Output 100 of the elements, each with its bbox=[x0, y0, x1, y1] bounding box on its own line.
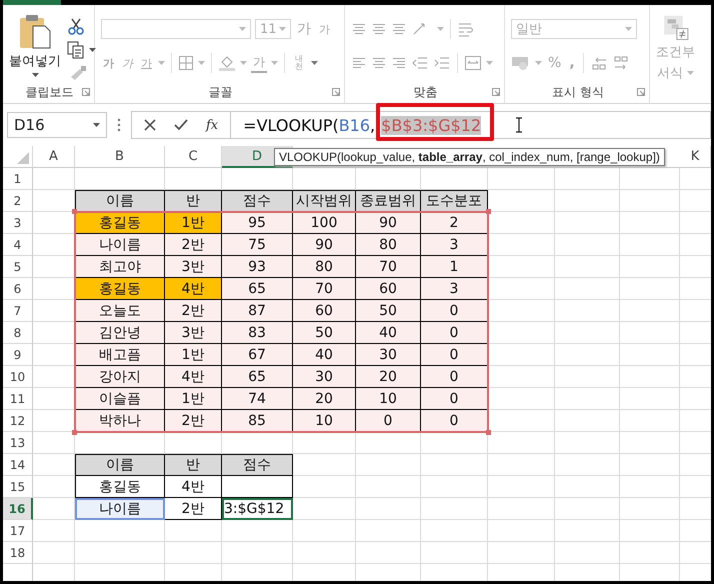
table-cell: 60 bbox=[356, 278, 421, 300]
table-cell: 40 bbox=[293, 344, 356, 366]
table-cell: 0 bbox=[421, 300, 488, 322]
table-cell: 이슬픔 bbox=[75, 388, 165, 410]
table-cell: 3 bbox=[421, 234, 488, 256]
table-cell: 배고픔 bbox=[75, 344, 165, 366]
scissors-icon[interactable] bbox=[67, 17, 85, 35]
table-cell: 30 bbox=[356, 344, 421, 366]
row-number[interactable]: 9 bbox=[3, 344, 33, 366]
table-cell: 0 bbox=[421, 388, 488, 410]
row-number[interactable]: 6 bbox=[3, 278, 33, 300]
table-cell: 85 bbox=[222, 410, 293, 432]
launcher-icon[interactable] bbox=[332, 88, 340, 96]
table-cell: 60 bbox=[293, 300, 356, 322]
row-number[interactable]: 5 bbox=[3, 256, 33, 278]
table-cell: 0 bbox=[421, 366, 488, 388]
table-cell: 오늘도 bbox=[75, 300, 165, 322]
caret-icon[interactable] bbox=[32, 73, 38, 78]
table-cell: 홍길동 bbox=[75, 476, 165, 498]
table-cell: 4반 bbox=[165, 476, 222, 498]
row-number[interactable]: 18 bbox=[3, 542, 33, 564]
table-cell: 100 bbox=[293, 212, 356, 234]
table-cell: 박하나 bbox=[75, 410, 165, 432]
select-all-icon[interactable] bbox=[17, 152, 29, 164]
table-cell: 1반 bbox=[165, 388, 222, 410]
check-icon[interactable] bbox=[174, 119, 188, 131]
row-number[interactable]: 11 bbox=[3, 388, 33, 410]
table-cell: 0 bbox=[421, 410, 488, 432]
table-cell: 4반 bbox=[165, 366, 222, 388]
row-number[interactable]: 12 bbox=[3, 410, 33, 432]
table-cell: 90 bbox=[293, 234, 356, 256]
table-cell: 93 bbox=[222, 256, 293, 278]
caret-icon[interactable] bbox=[89, 48, 96, 52]
row-number[interactable]: 13 bbox=[3, 432, 33, 454]
range-reference: $B$3:$G$12 bbox=[381, 116, 482, 134]
table-cell: 80 bbox=[293, 256, 356, 278]
table-cell: 3반 bbox=[165, 256, 222, 278]
table-cell: 20 bbox=[293, 388, 356, 410]
row-number[interactable]: 3 bbox=[3, 212, 33, 234]
table-cell: 최고야 bbox=[75, 256, 165, 278]
table-cell: 1반 bbox=[165, 212, 222, 234]
table-cell: 나이름 bbox=[75, 234, 165, 256]
table-cell: 0 bbox=[421, 322, 488, 344]
formula-text: =VLOOKUP( bbox=[243, 116, 339, 134]
table-cell: 65 bbox=[222, 278, 293, 300]
row-number[interactable]: 8 bbox=[3, 322, 33, 344]
paste-button[interactable]: 붙여넣기 bbox=[9, 13, 61, 81]
table-cell: 1 bbox=[421, 256, 488, 278]
table-cell: 90 bbox=[356, 212, 421, 234]
row-number[interactable]: 1 bbox=[3, 168, 33, 190]
caret-icon[interactable] bbox=[93, 122, 100, 128]
table-cell: 95 bbox=[222, 212, 293, 234]
insert-function-button[interactable]: fx bbox=[206, 118, 218, 132]
table-cell: 74 bbox=[222, 388, 293, 410]
table-cell: 70 bbox=[356, 256, 421, 278]
row-number[interactable]: 2 bbox=[3, 190, 33, 212]
table-cell: 2반 bbox=[165, 498, 222, 520]
row-number[interactable]: 16 bbox=[3, 498, 33, 520]
table-cell: 3반 bbox=[165, 322, 222, 344]
table-cell: 87 bbox=[222, 300, 293, 322]
group-label: 클립보드 bbox=[26, 84, 74, 100]
launcher-icon[interactable] bbox=[82, 88, 90, 96]
header-cell: 도수분포 bbox=[421, 190, 488, 212]
group-label: 맞춤 bbox=[414, 84, 438, 100]
row-number[interactable]: 17 bbox=[3, 520, 33, 542]
table-cell: 2 bbox=[421, 212, 488, 234]
copy-icon[interactable] bbox=[67, 41, 85, 59]
table-cell: 0 bbox=[421, 344, 488, 366]
launcher-icon[interactable] bbox=[492, 88, 500, 96]
header-cell: 반 bbox=[165, 454, 222, 476]
row-number[interactable]: 7 bbox=[3, 300, 33, 322]
table-cell: 김안녕 bbox=[75, 322, 165, 344]
table-cell: 4반 bbox=[165, 278, 222, 300]
table-cell: 83 bbox=[222, 322, 293, 344]
table-cell: 67 bbox=[222, 344, 293, 366]
header-cell: 이름 bbox=[75, 190, 165, 212]
table-cell: 2반 bbox=[165, 300, 222, 322]
table-cell: 20 bbox=[356, 366, 421, 388]
table-cell: 10 bbox=[293, 410, 356, 432]
grip-icon[interactable] bbox=[117, 118, 121, 132]
table-cell: 강아지 bbox=[75, 366, 165, 388]
row-number[interactable]: 14 bbox=[3, 454, 33, 476]
name-box[interactable]: D16 bbox=[7, 112, 107, 138]
table-cell: 2반 bbox=[165, 234, 222, 256]
formula-field[interactable]: =VLOOKUP(B16, $B$3:$G$12 bbox=[230, 111, 711, 139]
header-cell: 이름 bbox=[75, 454, 165, 476]
table-cell: 3 bbox=[421, 278, 488, 300]
launcher-icon[interactable] bbox=[637, 88, 645, 96]
table-cell: 50 bbox=[293, 322, 356, 344]
table-cell: 나이름 bbox=[75, 498, 165, 520]
row-number[interactable]: 4 bbox=[3, 234, 33, 256]
table-cell: 65 bbox=[222, 366, 293, 388]
row-number[interactable]: 10 bbox=[3, 366, 33, 388]
table-cell: 40 bbox=[356, 322, 421, 344]
cancel-icon[interactable] bbox=[144, 119, 156, 131]
header-cell: 점수 bbox=[222, 454, 293, 476]
table-cell: 0 bbox=[356, 410, 421, 432]
table-cell: 50 bbox=[356, 300, 421, 322]
table-cell: 1반 bbox=[165, 344, 222, 366]
table-cell: 75 bbox=[222, 234, 293, 256]
